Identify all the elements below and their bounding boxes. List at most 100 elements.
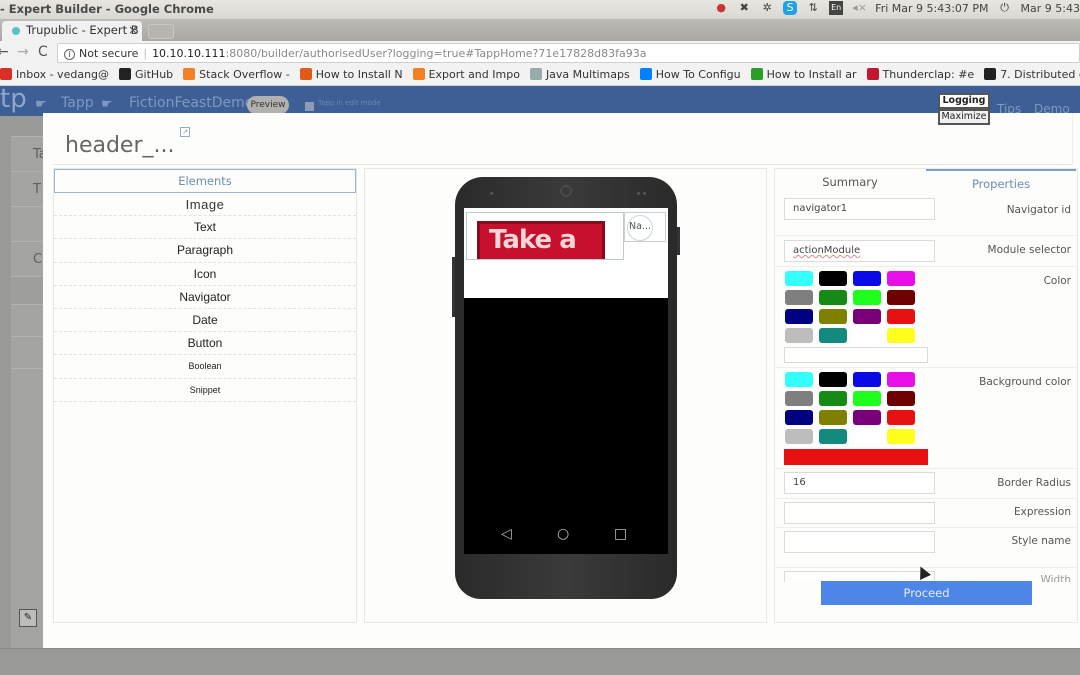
color-swatch[interactable] [819,271,847,286]
maximize-button[interactable]: Maximize [938,109,990,125]
bookmark-item[interactable]: How to Install ar [750,65,857,81]
color-swatch[interactable] [819,290,847,305]
element-item-boolean[interactable]: Boolean [54,355,356,379]
bookmark-item[interactable]: Export and Impo [412,65,520,81]
color-swatch[interactable] [819,372,847,387]
color-swatch[interactable] [785,410,813,425]
color-swatch[interactable] [887,290,915,305]
color-swatch[interactable] [785,309,813,324]
color-swatch[interactable] [887,372,915,387]
color-swatch[interactable] [887,309,915,324]
record-icon[interactable]: ● [714,1,728,15]
bookmark-item[interactable]: 7. Distributed co [984,65,1080,81]
module-selector-input[interactable]: actionModule [784,240,935,262]
color-swatch[interactable] [853,309,881,324]
color-swatch[interactable] [819,391,847,406]
pin-icon[interactable]: ✎ [19,609,37,627]
close-tab-icon[interactable]: × [128,23,138,37]
color-swatch[interactable] [785,391,813,406]
app-logo[interactable]: tp [0,84,27,114]
bookmark-item[interactable]: How To Configu [639,65,741,81]
property-color: Color [775,267,1077,368]
element-item-icon[interactable]: Icon [54,263,356,286]
network-icon[interactable]: ⇅ [806,1,820,15]
color-swatch[interactable] [819,429,847,444]
proceed-button[interactable]: Proceed [821,581,1032,605]
element-item-image[interactable]: Image [54,193,356,217]
color-swatch[interactable] [853,290,881,305]
color-swatch[interactable] [819,328,847,343]
color-swatch[interactable] [887,391,915,406]
clock[interactable]: Fri Mar 9 5:43:07 PM [875,2,988,15]
color-swatch[interactable] [785,328,813,343]
new-tab-button[interactable] [148,24,174,39]
image-element-preview[interactable]: Take a [466,212,624,260]
edit-mode-checkbox[interactable] [305,102,314,111]
navigator-id-input[interactable]: navigator1 [784,198,935,220]
color-swatch[interactable] [887,410,915,425]
color-swatch[interactable] [853,328,881,343]
element-item-text[interactable]: Text [54,216,356,240]
color-swatch[interactable] [887,429,915,444]
header-preview: Take a Na... [464,208,668,298]
element-item-button[interactable]: Button [54,332,356,356]
skype-icon[interactable]: S [783,1,798,15]
elements-header[interactable]: Elements [54,169,356,193]
color-swatch[interactable] [785,429,813,444]
color-swatch[interactable] [819,410,847,425]
bookmark-item[interactable]: Inbox - vedang@ [0,65,109,81]
element-item-date[interactable]: Date [54,309,356,333]
url-input[interactable]: i Not secure | 10.10.10.111:8080/builder/au… [57,43,1080,63]
color-swatch[interactable] [853,429,881,444]
preview-button[interactable]: Preview [247,96,289,114]
bookmark-item[interactable]: GitHub [119,65,173,81]
color-swatch[interactable] [887,328,915,343]
bookmark-item[interactable]: How to Install N [299,65,403,81]
android-nav-bar: ◁ ○ □ [464,526,668,554]
style-name-input[interactable] [784,531,935,553]
bookmark-item[interactable]: Java Multimaps [529,65,630,81]
color-swatch[interactable] [853,391,881,406]
tab-title: Trupublic - Expert B [26,23,139,37]
element-item-paragraph[interactable]: Paragraph [54,239,356,263]
color-swatch[interactable] [785,372,813,387]
expression-input[interactable] [784,502,935,524]
reload-icon[interactable]: C [38,44,48,60]
external-link-icon[interactable]: ↗ [180,127,190,137]
keyboard-layout-indicator[interactable]: En [829,1,844,15]
color-swatch[interactable] [819,309,847,324]
breadcrumb-project[interactable]: FictionFeastDemo [129,95,253,111]
settings-icon[interactable]: ✲ [760,1,774,15]
dropbox-icon[interactable]: ✖ [737,1,751,15]
logging-button[interactable]: Logging [938,93,990,109]
howtoforge-icon [299,68,312,80]
navigator-element-preview[interactable]: Na... [624,212,666,242]
color-selected-swatch[interactable] [784,347,928,363]
bookmark-item[interactable]: Thunderclap: #e [866,65,974,81]
phone-preview: Take a Na... ◁ ○ □ [452,177,680,599]
breadcrumb-tapp[interactable]: Tapp [61,95,94,111]
element-item-snippet[interactable]: Snippet [54,379,356,402]
browser-tab[interactable]: Trupublic - Expert B × [2,21,142,41]
color-swatch[interactable] [785,271,813,286]
digitalocean-icon [639,68,652,80]
color-swatch[interactable] [853,410,881,425]
element-item-navigator[interactable]: Navigator [54,286,356,309]
color-swatch[interactable] [887,271,915,286]
forward-icon[interactable]: → [17,44,29,60]
gmail-icon [0,68,12,80]
bookmark-item[interactable]: Stack Overflow - [183,65,290,81]
tab-summary[interactable]: Summary [775,169,925,194]
stackoverflow-icon [412,68,425,80]
volume-muted-icon[interactable]: ◂× [852,1,867,15]
info-icon[interactable]: i [64,49,75,60]
back-icon[interactable]: ← [0,44,9,60]
background-color-selected-swatch[interactable] [784,449,928,465]
color-swatch[interactable] [853,372,881,387]
url-path: :8080/builder/authorisedUser?logging=tru… [225,47,647,60]
color-swatch[interactable] [853,271,881,286]
border-radius-input[interactable]: 16 [784,472,935,494]
power-icon[interactable]: ⏻ [998,1,1012,15]
color-swatch[interactable] [785,290,813,305]
tab-properties[interactable]: Properties [926,169,1076,194]
